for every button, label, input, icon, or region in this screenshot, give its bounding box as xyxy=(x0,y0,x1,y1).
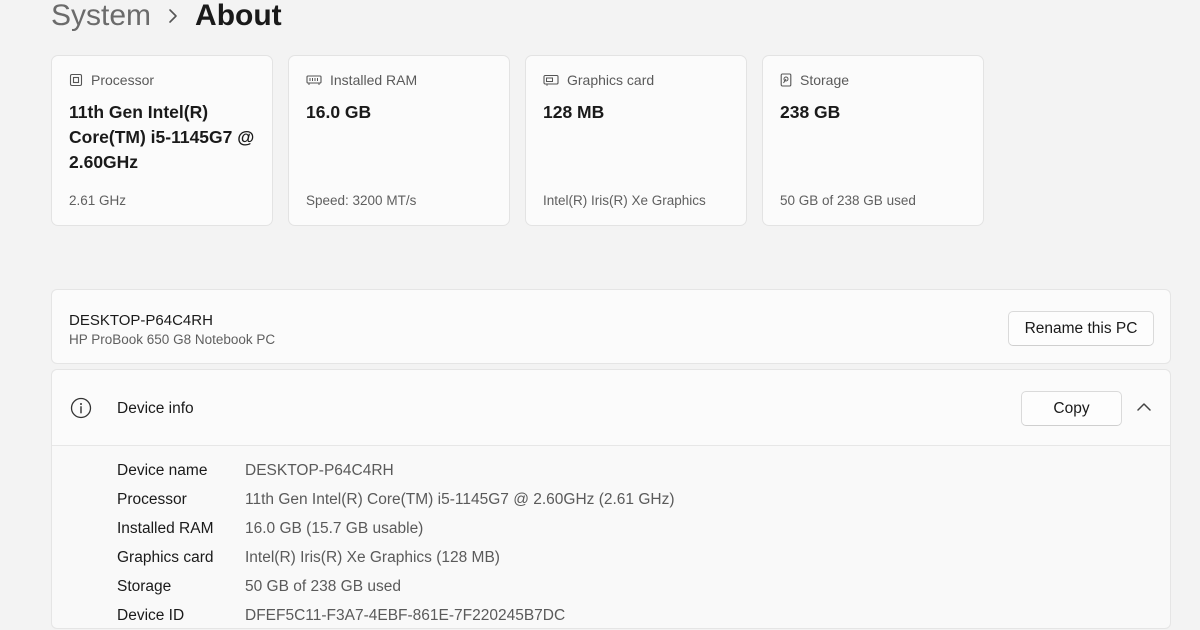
chevron-up-icon[interactable] xyxy=(1136,400,1152,418)
spec-value: DFEF5C11-F3A7-4EBF-861E-7F220245B7DC xyxy=(245,606,566,624)
spec-value: 16.0 GB (15.7 GB usable) xyxy=(245,519,424,537)
graphics-card-card-label: Graphics card xyxy=(567,72,655,88)
page-title: About xyxy=(195,0,282,32)
spec-label: Storage xyxy=(117,577,172,595)
pc-name: DESKTOP-P64C4RH xyxy=(69,312,213,329)
chevron-right-icon xyxy=(151,8,195,24)
storage-icon xyxy=(780,73,792,87)
spec-row-device-id: Device ID DFEF5C11-F3A7-4EBF-861E-7F2202… xyxy=(117,601,675,630)
processor-card-label: Processor xyxy=(91,72,155,88)
processor-card-sub: 2.61 GHz xyxy=(69,193,127,208)
breadcrumb: System About xyxy=(51,0,282,38)
pc-model: HP ProBook 650 G8 Notebook PC xyxy=(69,332,276,347)
device-info-title: Device info xyxy=(117,400,194,417)
storage-card-sub: 50 GB of 238 GB used xyxy=(780,193,916,208)
info-icon xyxy=(70,397,92,424)
graphics-card-card-sub: Intel(R) Iris(R) Xe Graphics xyxy=(543,193,706,208)
graphics-card-icon xyxy=(543,73,559,87)
processor-card: Processor 11th Gen Intel(R) Core(TM) i5-… xyxy=(51,55,273,226)
storage-card: Storage 238 GB 50 GB of 238 GB used xyxy=(762,55,984,226)
ram-card-value: 16.0 GB xyxy=(306,102,372,122)
storage-card-label: Storage xyxy=(800,72,850,88)
pc-name-panel: DESKTOP-P64C4RH HP ProBook 650 G8 Notebo… xyxy=(51,289,1171,364)
spec-row-graphics-card: Graphics card Intel(R) Iris(R) Xe Graphi… xyxy=(117,543,675,572)
spec-value: 50 GB of 238 GB used xyxy=(245,577,401,595)
device-spec-list: Device name DESKTOP-P64C4RH Processor 11… xyxy=(117,456,675,630)
breadcrumb-system-link[interactable]: System xyxy=(51,0,151,33)
device-info-header[interactable]: Device info Copy xyxy=(52,370,1170,446)
ram-card-label: Installed RAM xyxy=(330,72,418,88)
rename-pc-button[interactable]: Rename this PC xyxy=(1008,311,1154,346)
ram-card-sub: Speed: 3200 MT/s xyxy=(306,193,417,208)
spec-label: Device ID xyxy=(117,606,185,624)
spec-row-installed-ram: Installed RAM 16.0 GB (15.7 GB usable) xyxy=(117,514,675,543)
processor-icon xyxy=(69,73,83,87)
spec-label: Processor xyxy=(117,490,187,508)
spec-label: Installed RAM xyxy=(117,519,214,537)
ram-card: Installed RAM 16.0 GB Speed: 3200 MT/s xyxy=(288,55,510,226)
storage-card-value: 238 GB xyxy=(780,102,841,122)
graphics-card-card-value: 128 MB xyxy=(543,102,605,122)
spec-label: Graphics card xyxy=(117,548,214,566)
spec-value: 11th Gen Intel(R) Core(TM) i5-1145G7 @ 2… xyxy=(245,490,675,508)
processor-card-value: 11th Gen Intel(R) Core(TM) i5-1145G7 @ 2… xyxy=(69,102,255,172)
device-info-panel: Device info Copy Device name DESKTOP-P64… xyxy=(51,369,1171,629)
spec-value: Intel(R) Iris(R) Xe Graphics (128 MB) xyxy=(245,548,500,566)
copy-button[interactable]: Copy xyxy=(1021,391,1122,426)
spec-label: Device name xyxy=(117,461,208,479)
spec-row-storage: Storage 50 GB of 238 GB used xyxy=(117,572,675,601)
spec-value: DESKTOP-P64C4RH xyxy=(245,461,394,479)
graphics-card-card: Graphics card 128 MB Intel(R) Iris(R) Xe… xyxy=(525,55,747,226)
spec-cards: Processor 11th Gen Intel(R) Core(TM) i5-… xyxy=(51,55,984,226)
spec-row-device-name: Device name DESKTOP-P64C4RH xyxy=(117,456,675,485)
spec-row-processor: Processor 11th Gen Intel(R) Core(TM) i5-… xyxy=(117,485,675,514)
ram-icon xyxy=(306,73,322,87)
